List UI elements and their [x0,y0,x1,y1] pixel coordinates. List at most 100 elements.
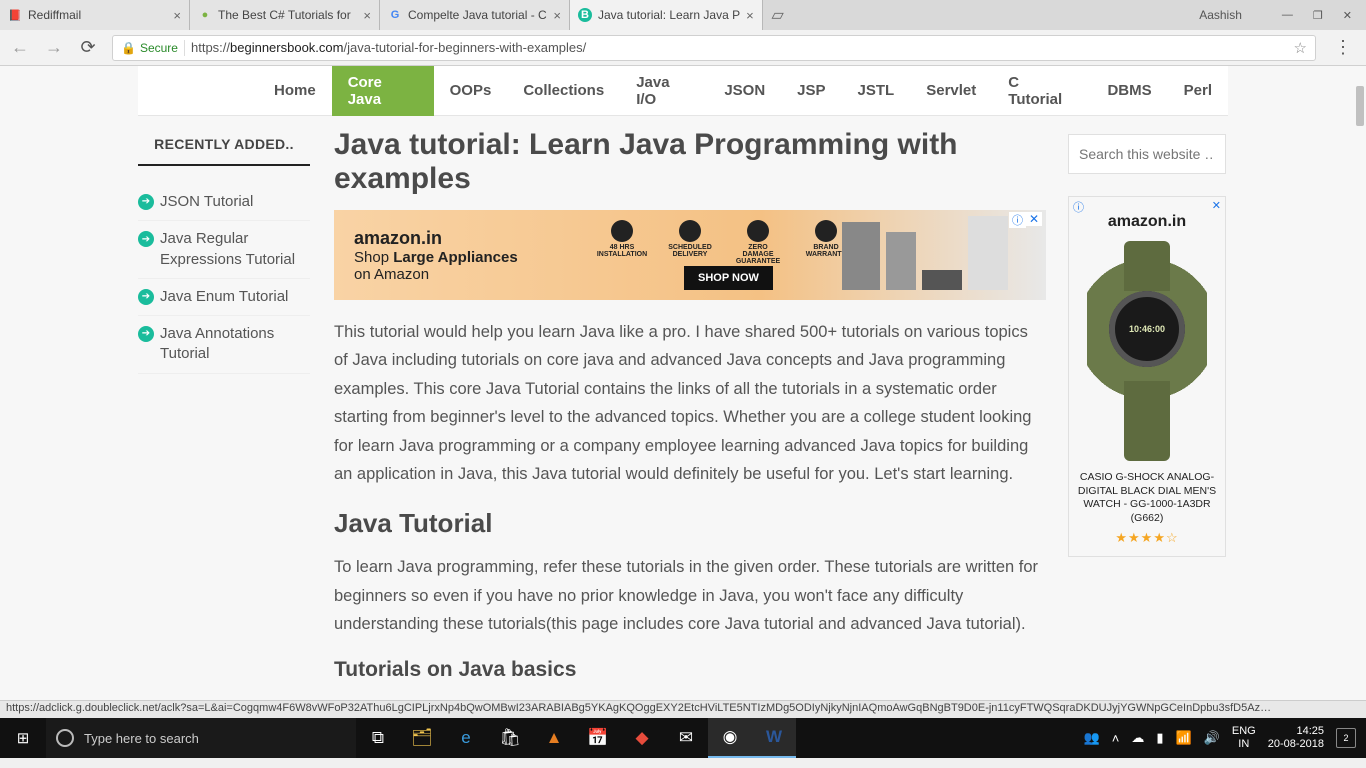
shield-icon [747,220,769,242]
site-search-input[interactable] [1068,134,1226,174]
address-bar[interactable]: 🔒 Secure https://beginnersbook.com/java-… [112,35,1316,61]
minimize-icon[interactable]: — [1282,9,1293,21]
forward-icon[interactable]: → [44,37,64,58]
nav-json[interactable]: JSON [708,66,781,116]
url-text: https://beginnersbook.com/java-tutorial-… [191,40,586,55]
browser-tab[interactable]: 📕 Rediffmail × [0,0,190,30]
ad-close-icon[interactable]: ✕ [1212,199,1221,212]
clock[interactable]: 14:2520-08-2018 [1268,725,1324,750]
sidebar-item[interactable]: ➔ Java Annotations Tutorial [138,316,310,374]
maximize-icon[interactable]: ❐ [1313,9,1323,22]
favicon-icon: G [388,8,402,22]
browser-toolbar: ← → ⟳ 🔒 Secure https://beginnersbook.com… [0,30,1366,66]
menu-icon[interactable]: ⋮ [1330,37,1356,58]
lock-icon: 🔒 [121,41,136,55]
tab-title: Compelte Java tutorial - C [408,8,547,22]
explorer-icon[interactable]: 🗂 [400,718,444,758]
ad-close-icon[interactable]: ✕ [1026,212,1042,226]
ad-products [842,216,1008,290]
new-tab-button[interactable]: ▱ [763,0,793,30]
sidebar-item-label: Java Annotations Tutorial [160,324,310,365]
status-bar: https://adclick.g.doubleclick.net/aclk?s… [0,700,1366,718]
tab-title: Java tutorial: Learn Java P [598,8,740,22]
badge-icon [815,220,837,242]
volume-icon[interactable]: 🔊 [1204,730,1220,746]
nav-oops[interactable]: OOPs [434,66,508,116]
task-icons: ⧉ 🗂 e 🛍 ▲ 📅 ◆ ✉ ◉ W [356,718,796,758]
sidebar-item[interactable]: ➔ Java Enum Tutorial [138,279,310,316]
ad-info-icon[interactable]: ⓘ [1073,199,1084,215]
sidebar-item-label: JSON Tutorial [160,192,253,212]
onedrive-icon[interactable]: ☁ [1131,730,1144,746]
ad-banner[interactable]: amazon.in Shop Large Appliances on Amazo… [334,210,1046,300]
chevron-up-icon[interactable]: ˄ [1112,731,1120,746]
nav-dbms[interactable]: DBMS [1091,66,1167,116]
close-icon[interactable]: × [363,8,371,23]
close-icon[interactable]: × [173,8,181,23]
edge-icon[interactable]: e [444,718,488,758]
tab-title: Rediffmail [28,8,167,22]
close-icon[interactable]: × [746,8,754,23]
tab-strip: 📕 Rediffmail × ● The Best C# Tutorials f… [0,0,1185,30]
calendar-icon[interactable]: 📅 [576,718,620,758]
nav-core-java[interactable]: Core Java [332,66,434,116]
rating-stars: ★★★★☆ [1075,530,1219,546]
people-icon[interactable]: 👥 [1084,730,1100,746]
bookmark-icon[interactable]: ☆ [1294,39,1307,57]
wifi-icon[interactable]: 📶 [1176,730,1192,746]
shop-now-button[interactable]: SHOP NOW [684,266,773,290]
profile-name[interactable]: Aashish [1199,8,1242,22]
ad-info-icon[interactable]: ⓘ [1009,212,1026,228]
ad-brand: amazon.in [1075,213,1219,231]
sidebar-item[interactable]: ➔ Java Regular Expressions Tutorial [138,221,310,279]
nav-c-tutorial[interactable]: C Tutorial [992,66,1091,116]
language-indicator[interactable]: ENGIN [1232,725,1256,750]
rail-ad[interactable]: ⓘ ✕ amazon.in 10:46:00 CASIO G-SHOCK ANA… [1068,196,1226,557]
close-window-icon[interactable]: ✕ [1343,9,1352,22]
nav-servlet[interactable]: Servlet [910,66,992,116]
word-icon[interactable]: W [752,718,796,758]
start-button[interactable]: ⊞ [0,729,46,747]
sidebar-heading: RECENTLY ADDED.. [138,136,310,164]
mail-icon[interactable]: ✉ [664,718,708,758]
store-icon[interactable]: 🛍 [488,718,532,758]
watch-face: 10:46:00 [1109,291,1185,367]
sidebar-item-label: Java Regular Expressions Tutorial [160,229,310,270]
taskbar-search[interactable]: Type here to search [46,718,356,758]
reload-icon[interactable]: ⟳ [78,37,98,58]
ad-tagline: Shop Large Appliances on Amazon [354,249,518,283]
page-viewport: Home Core Java OOPs Collections Java I/O… [0,66,1366,700]
arrow-icon: ➔ [138,231,154,247]
nav-collections[interactable]: Collections [507,66,620,116]
main-content: Java tutorial: Learn Java Programming wi… [320,116,1060,700]
vlc-icon[interactable]: ▲ [532,718,576,758]
app-icon[interactable]: ◆ [620,718,664,758]
nav-jsp[interactable]: JSP [781,66,841,116]
nav-perl[interactable]: Perl [1168,66,1228,116]
body-paragraph: Start from here. An introduction to java… [334,696,1046,700]
secure-badge: 🔒 Secure [121,41,178,55]
chrome-icon[interactable]: ◉ [708,718,752,758]
scrollbar[interactable] [1356,86,1364,126]
site-nav: Home Core Java OOPs Collections Java I/O… [138,66,1228,116]
wrench-icon [611,220,633,242]
tab-title: The Best C# Tutorials for [218,8,357,22]
sidebar-item[interactable]: ➔ JSON Tutorial [138,184,310,221]
truck-icon [679,220,701,242]
nav-jstl[interactable]: JSTL [842,66,911,116]
divider [184,40,185,56]
back-icon[interactable]: ← [10,37,30,58]
task-view-icon[interactable]: ⧉ [356,718,400,758]
nav-java-io[interactable]: Java I/O [620,66,708,116]
favicon-icon: 📕 [8,8,22,22]
right-rail: ⓘ ✕ amazon.in 10:46:00 CASIO G-SHOCK ANA… [1060,116,1228,700]
close-icon[interactable]: × [553,8,561,23]
sidebar: RECENTLY ADDED.. ➔ JSON Tutorial ➔ Java … [138,116,320,700]
battery-icon[interactable]: ▮ [1156,730,1163,746]
divider [138,164,310,166]
notifications-icon[interactable]: 2 [1336,728,1356,748]
browser-tab-active[interactable]: B Java tutorial: Learn Java P × [570,0,763,30]
browser-tab[interactable]: G Compelte Java tutorial - C × [380,0,570,30]
nav-home[interactable]: Home [258,66,332,116]
browser-tab[interactable]: ● The Best C# Tutorials for × [190,0,380,30]
